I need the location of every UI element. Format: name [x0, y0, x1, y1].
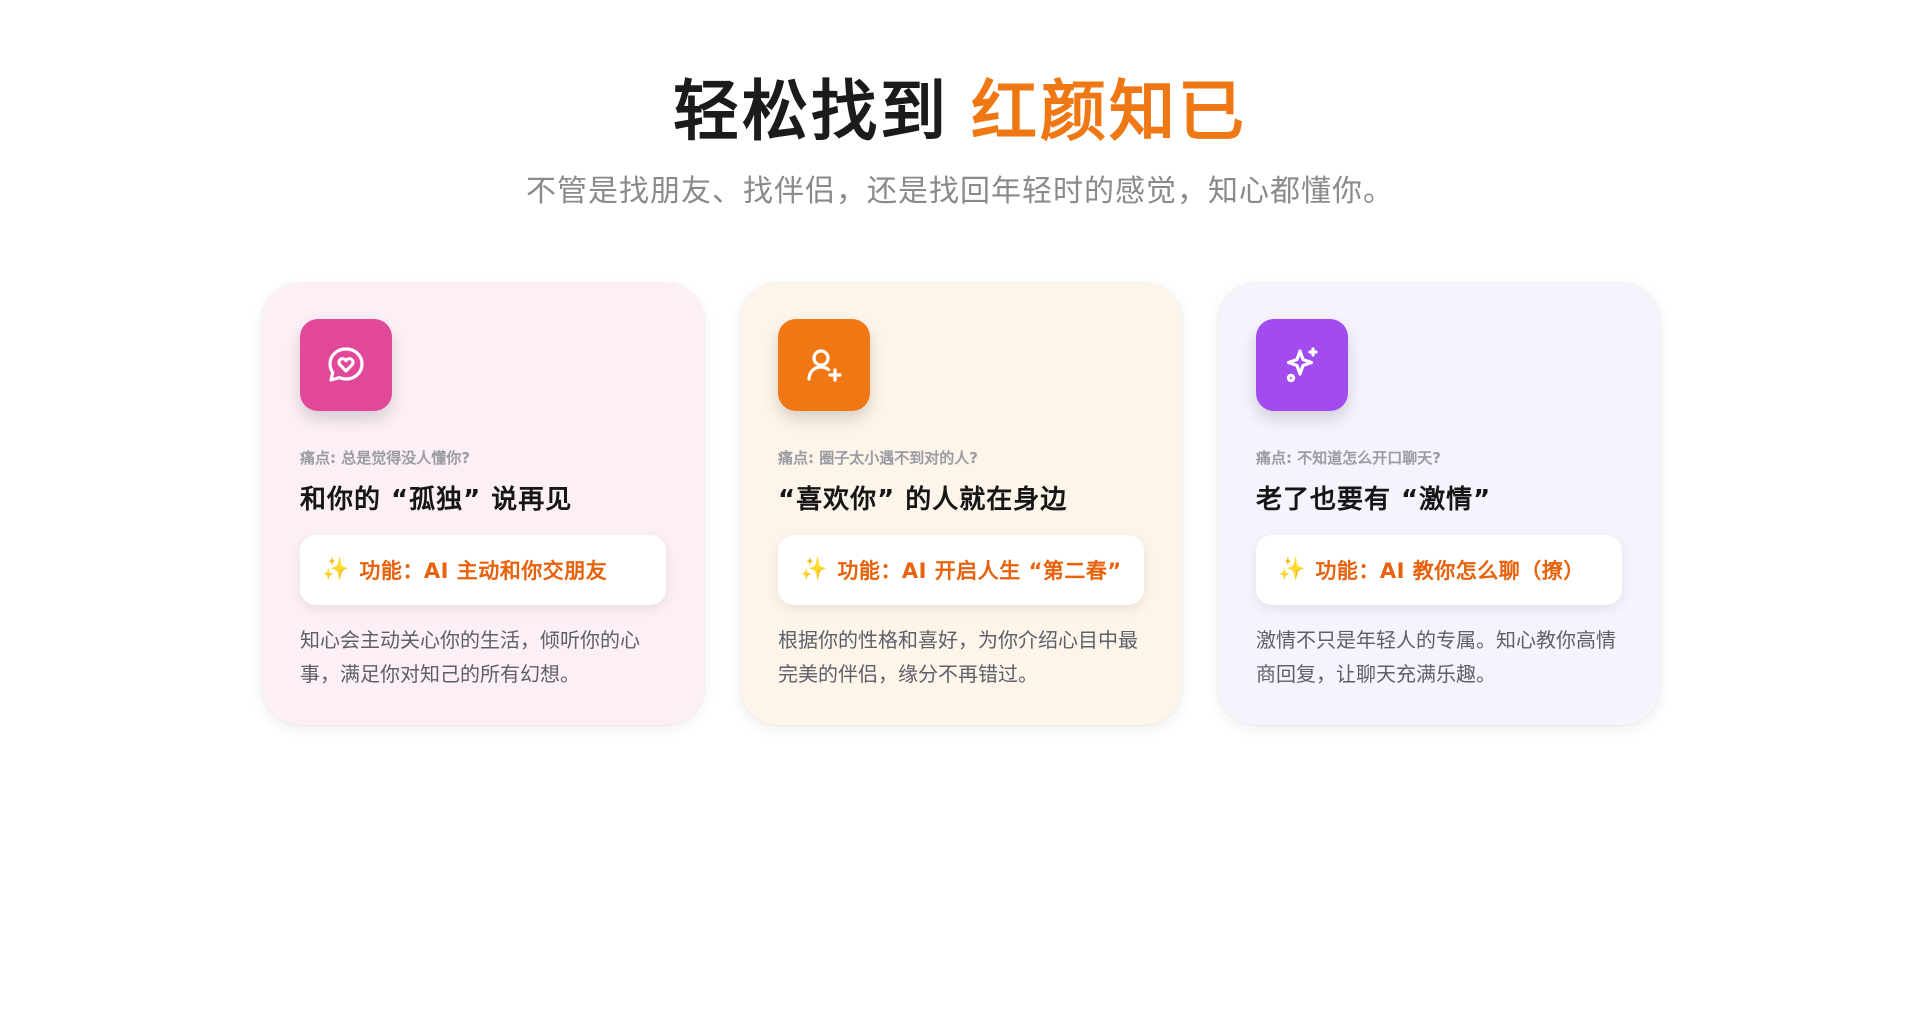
chat-heart-icon — [300, 319, 392, 411]
card-heading: 和你的 “孤独” 说再见 — [300, 485, 573, 515]
hero-title-accent: 红颜知已 — [971, 73, 1247, 150]
sparkles-icon — [1256, 319, 1348, 411]
card-heading: “喜欢你” 的人就在身边 — [778, 485, 1068, 515]
card-description: 激情不只是年轻人的专属。知心教你高情商回复，让聊天充满乐趣。 — [1256, 628, 1616, 686]
feature-text: 功能：AI 教你怎么聊（撩） — [1315, 559, 1585, 583]
pain-point-text: 痛点: 总是觉得没人懂你? — [300, 449, 470, 467]
sparkle-icon: ✨ — [800, 557, 828, 582]
feature-pill: ✨ 功能：AI 教你怎么聊（撩） — [1256, 535, 1622, 605]
card-heading: 老了也要有 “激情” — [1256, 485, 1492, 515]
pain-point-text: 痛点: 圈子太小遇不到对的人? — [778, 449, 978, 467]
hero-title: 轻松找到 红颜知已 — [0, 72, 1920, 152]
feature-text: 功能：AI 开启人生 “第二春” — [837, 559, 1122, 583]
sparkle-icon: ✨ — [322, 557, 350, 582]
user-plus-icon — [778, 319, 870, 411]
card-description: 根据你的性格和喜好，为你介绍心目中最完美的伴侣，缘分不再错过。 — [778, 628, 1138, 686]
hero-subtitle: 不管是找朋友、找伴侣，还是找回年轻时的感觉，知心都懂你。 — [526, 174, 1394, 209]
feature-cards: 痛点: 总是觉得没人懂你? 和你的 “孤独” 说再见 ✨ 功能：AI 主动和你交… — [262, 283, 1662, 725]
feature-card-matchmaking: 痛点: 圈子太小遇不到对的人? “喜欢你” 的人就在身边 ✨ 功能：AI 开启人… — [740, 283, 1182, 725]
feature-pill: ✨ 功能：AI 主动和你交朋友 — [300, 535, 666, 605]
pain-point-text: 痛点: 不知道怎么开口聊天? — [1256, 449, 1441, 467]
sparkle-icon: ✨ — [1278, 557, 1306, 582]
card-description: 知心会主动关心你的生活，倾听你的心事，满足你对知己的所有幻想。 — [300, 628, 640, 686]
feature-card-companionship: 痛点: 总是觉得没人懂你? 和你的 “孤独” 说再见 ✨ 功能：AI 主动和你交… — [262, 283, 704, 725]
page: 轻松找到 红颜知已 不管是找朋友、找伴侣，还是找回年轻时的感觉，知心都懂你。 痛点… — [0, 0, 1920, 1034]
hero-title-main: 轻松找到 — [673, 73, 949, 150]
feature-text: 功能：AI 主动和你交朋友 — [359, 559, 608, 583]
feature-card-chat-coach: 痛点: 不知道怎么开口聊天? 老了也要有 “激情” ✨ 功能：AI 教你怎么聊（… — [1218, 283, 1660, 725]
feature-pill: ✨ 功能：AI 开启人生 “第二春” — [778, 535, 1144, 605]
hero-section: 轻松找到 红颜知已 不管是找朋友、找伴侣，还是找回年轻时的感觉，知心都懂你。 — [0, 0, 1920, 212]
